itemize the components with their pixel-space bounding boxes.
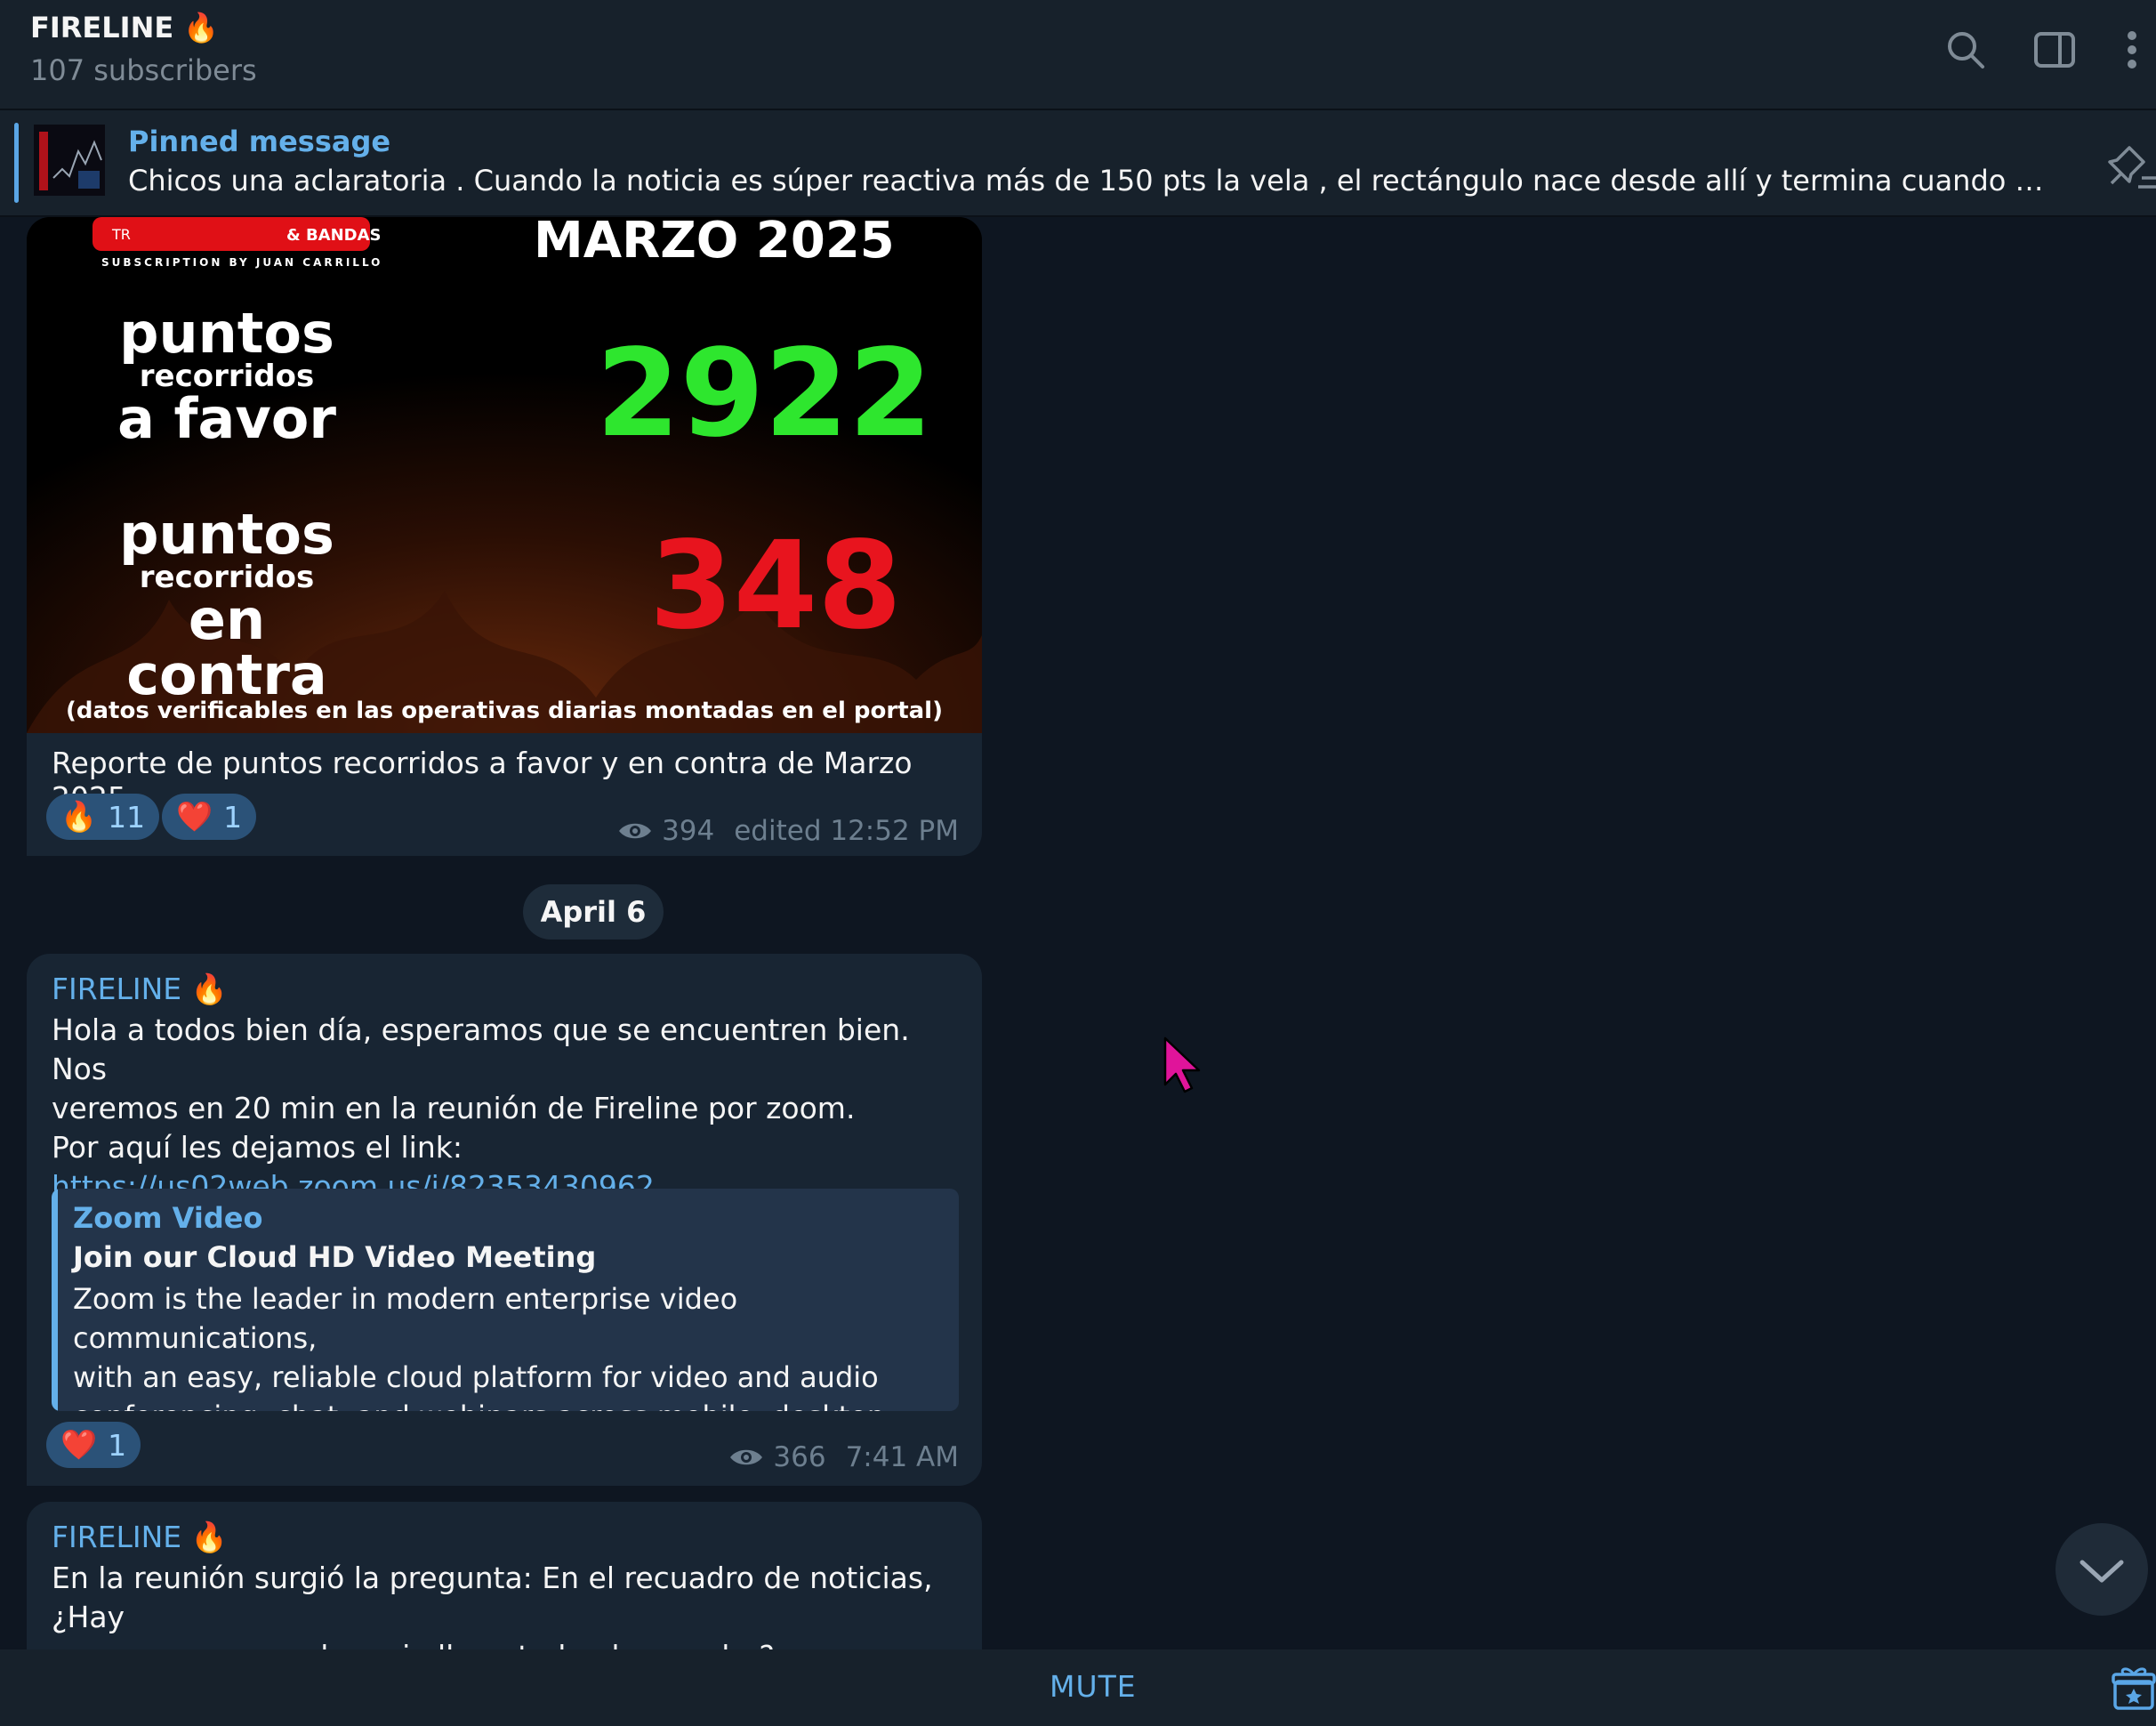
- view-count: 366: [773, 1441, 826, 1473]
- mouse-cursor-icon: [1163, 1036, 1201, 1093]
- more-vertical-icon[interactable]: [2112, 27, 2152, 73]
- reaction-fire[interactable]: 🔥 11: [46, 794, 160, 840]
- pin-list-icon[interactable]: [2103, 142, 2156, 196]
- eye-icon: [619, 823, 652, 839]
- heart-emoji-icon: ❤️: [176, 799, 213, 834]
- message-time: 7:41 AM: [845, 1441, 959, 1473]
- poster-month: MARZO 2025: [534, 217, 895, 270]
- pinned-label: Pinned message: [128, 125, 391, 158]
- poster-brand-tr: TR: [112, 226, 131, 243]
- poster-brand-subtitle: SUBSCRIPTION BY JUAN CARRILLO: [101, 256, 383, 269]
- date-separator: April 6: [523, 884, 664, 940]
- sender-name[interactable]: FIRELINE 🔥: [52, 972, 228, 1007]
- poster-contra-value: 348: [649, 516, 902, 657]
- chat-header: FIRELINE 🔥 107 subscribers: [0, 0, 2156, 110]
- view-count: 394: [662, 815, 715, 847]
- poster-favor-value: 2922: [596, 324, 933, 464]
- message-text: Hola a todos bien día, esperamos que se …: [52, 1011, 959, 1206]
- poster-brand-bandas: & BANDAS: [286, 226, 382, 245]
- message-bubble-report[interactable]: TR & BANDAS SUBSCRIPTION BY JUAN CARRILL…: [27, 217, 982, 856]
- reaction-heart[interactable]: ❤️ 1: [162, 794, 257, 840]
- preview-site: Zoom Video: [73, 1201, 263, 1235]
- link-preview[interactable]: Zoom Video Join our Cloud HD Video Meeti…: [52, 1189, 959, 1411]
- sidebar-toggle-icon[interactable]: [2031, 27, 2078, 73]
- fire-emoji-icon: 🔥: [60, 799, 98, 834]
- gift-icon[interactable]: [2112, 1666, 2156, 1712]
- reaction-heart[interactable]: ❤️ 1: [46, 1422, 141, 1468]
- poster-favor-label: puntos recorridos a favor: [117, 301, 336, 451]
- bottom-bar: MUTE: [0, 1649, 2156, 1726]
- scroll-to-bottom-button[interactable]: [2055, 1523, 2148, 1616]
- subscriber-count: 107 subscribers: [30, 53, 257, 87]
- pinned-message-bar[interactable]: Pinned message Chicos una aclaratoria . …: [0, 110, 2156, 217]
- message-time: edited 12:52 PM: [734, 815, 959, 847]
- heart-emoji-icon: ❤️: [60, 1427, 98, 1462]
- poster-contra-label: puntos recorridos en contra: [119, 502, 334, 707]
- mute-button[interactable]: MUTE: [1050, 1669, 1137, 1704]
- reaction-count: 1: [223, 799, 243, 835]
- preview-title: Join our Cloud HD Video Meeting: [73, 1240, 597, 1274]
- message-meta: 366 7:41 AM: [728, 1441, 959, 1473]
- eye-icon: [730, 1449, 763, 1465]
- poster-image[interactable]: TR & BANDAS SUBSCRIPTION BY JUAN CARRILL…: [27, 217, 982, 733]
- sender-name[interactable]: FIRELINE 🔥: [52, 1520, 228, 1555]
- poster-footnote: (datos verificables en las operativas di…: [66, 698, 943, 724]
- pinned-text: Chicos una aclaratoria . Cuando la notic…: [128, 164, 2058, 198]
- preview-description: Zoom is the leader in modern enterprise …: [73, 1282, 894, 1411]
- pinned-indicator: [14, 123, 19, 203]
- message-bubble-zoom[interactable]: FIRELINE 🔥 Hola a todos bien día, espera…: [27, 954, 982, 1486]
- reaction-count: 11: [108, 799, 146, 835]
- search-icon[interactable]: [1943, 27, 1989, 73]
- preview-accent-bar: [52, 1189, 58, 1411]
- reaction-count: 1: [108, 1427, 127, 1463]
- pinned-thumbnail: [34, 125, 105, 196]
- message-meta: 394 edited 12:52 PM: [617, 815, 959, 847]
- chevron-down-icon: [2080, 1560, 2124, 1583]
- channel-title[interactable]: FIRELINE 🔥: [30, 11, 219, 44]
